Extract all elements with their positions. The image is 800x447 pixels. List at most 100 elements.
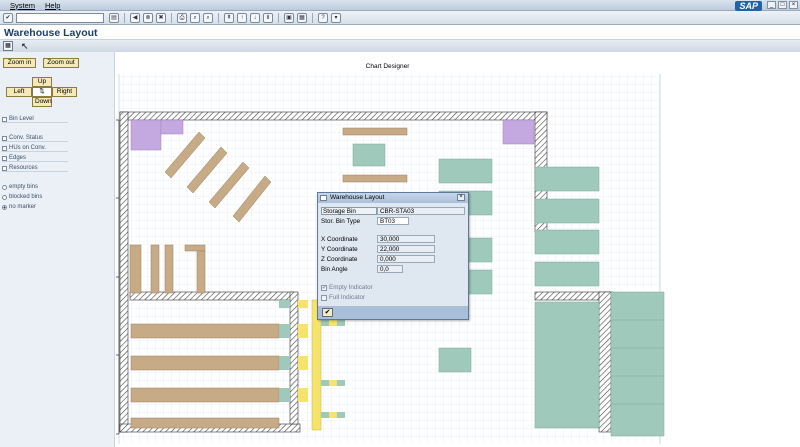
exit-icon[interactable]: ⊗ (143, 12, 153, 23)
bin-type-row: Stor. Bin Type BT03 (321, 217, 409, 225)
radio-no-marker[interactable]: no marker (2, 204, 36, 210)
dialog-title: Warehouse Layout (330, 194, 385, 201)
y-coordinate-field[interactable]: 22,000 (377, 245, 435, 253)
checkbox-edges[interactable]: Edges (2, 155, 68, 162)
close-icon[interactable]: × (457, 194, 465, 201)
y-tick-0: 0 (115, 430, 116, 439)
x-coordinate-label: X Coordinate (321, 235, 358, 243)
storage-bin-label: Storage Bin (321, 207, 377, 215)
toolbar-separator (171, 12, 172, 23)
previous-page-icon[interactable]: ↑ (237, 12, 247, 23)
empty-indicator-checkbox[interactable]: ✔ Empty Indicator (321, 284, 373, 291)
bin-details-dialog: Warehouse Layout × Storage Bin CBR-STA03… (317, 192, 469, 320)
standard-toolbar: ✔ ▤ ◀ ⊗ ✖ ⎙ ⌕ ⌕ ⇞ ↑ ↓ ⇟ ▣ ▦ ? ▾ (0, 11, 800, 25)
menu-system[interactable]: System (10, 1, 35, 10)
toolbar-separator (278, 12, 279, 23)
radio-label: no marker (9, 204, 37, 210)
bin-angle-label: Bin Angle (321, 265, 348, 273)
page-title: Warehouse Layout (4, 27, 98, 39)
pan-left-button[interactable]: Left (6, 87, 32, 97)
title-bar: Warehouse Layout (0, 26, 800, 40)
z-coordinate-label: Z Coordinate (321, 255, 358, 263)
storage-bin-field[interactable]: CBR-STA03 (377, 207, 465, 215)
z-coordinate-row: Z Coordinate 0,000 (321, 255, 435, 263)
pan-up-button[interactable]: Up (32, 77, 52, 87)
print-icon[interactable]: ⎙ (177, 12, 187, 23)
command-field[interactable] (16, 12, 104, 23)
y-tick-20: 20 (115, 273, 116, 282)
checkbox-label: HUs on Conv. (9, 145, 46, 151)
radio-icon-selected[interactable] (2, 204, 7, 210)
toolbar-separator (312, 12, 313, 23)
sap-logo: SAP (735, 0, 762, 11)
pan-center-button[interactable]: ⇅ (32, 87, 52, 97)
save-icon[interactable]: ▤ (109, 12, 119, 23)
bin-type-field[interactable]: BT03 (377, 217, 409, 225)
checkbox-icon[interactable] (2, 155, 7, 161)
full-indicator-checkbox[interactable]: Full Indicator (321, 294, 365, 301)
z-coordinate-field[interactable]: 0,000 (377, 255, 435, 263)
pan-down-button[interactable]: Down (32, 97, 52, 107)
radio-label: blocked bins (9, 194, 43, 200)
y-tick-30: 30 (115, 194, 116, 203)
checkbox-label: Resources (9, 165, 38, 171)
application-toolbar: ▦ ↖ (0, 40, 800, 52)
checkbox-checked-icon[interactable]: ✔ (321, 284, 327, 291)
checkbox-label: Bin Level (9, 116, 34, 122)
checkbox-resources[interactable]: Resources (2, 165, 68, 172)
x-coordinate-field[interactable]: 30,000 (377, 235, 435, 243)
checkbox-icon[interactable] (2, 116, 7, 122)
checkbox-bin-level[interactable]: Bin Level (2, 116, 68, 123)
checkbox-icon[interactable] (2, 165, 7, 171)
checkbox-conv-status[interactable]: Conv. Status (2, 135, 68, 142)
confirm-icon[interactable]: ✔ (322, 308, 333, 317)
radio-label: empty bins (9, 184, 39, 190)
zoom-in-button[interactable]: Zoom in (3, 58, 36, 68)
y-axis (116, 119, 120, 435)
bin-angle-row: Bin Angle 0,0 (321, 265, 403, 273)
sap-logo-text: SAP (735, 0, 762, 11)
layout-menu-icon[interactable]: ▾ (331, 12, 341, 23)
help-icon[interactable]: ? (318, 12, 328, 23)
checkbox-label: Conv. Status (9, 135, 43, 141)
y-coordinate-row: Y Coordinate 22,000 (321, 245, 435, 253)
find-icon[interactable]: ⌕ (190, 12, 200, 23)
shortcut-icon[interactable]: ▦ (297, 12, 307, 23)
checkbox-label: Edges (9, 155, 27, 161)
bin-angle-field[interactable]: 0,0 (377, 265, 403, 273)
window-icon (320, 195, 327, 201)
checkbox-icon[interactable] (321, 294, 327, 301)
navigation-panel: Zoom in Zoom out Up Left ⇅ Right Down Bi… (0, 52, 114, 447)
pointer-icon[interactable]: ↖ (21, 41, 29, 51)
layout-icon[interactable]: ▦ (3, 41, 13, 51)
menu-bar: System Help SAP _ □ × (0, 0, 800, 11)
empty-indicator-label: Empty Indicator (329, 284, 373, 291)
toolbar-separator (124, 12, 125, 23)
last-page-icon[interactable]: ⇟ (263, 12, 273, 23)
find-next-icon[interactable]: ⌕ (203, 12, 213, 23)
zoom-out-button[interactable]: Zoom out (43, 58, 79, 68)
back-icon[interactable]: ◀ (130, 12, 140, 23)
x-coordinate-row: X Coordinate 30,000 (321, 235, 435, 243)
maximize-icon[interactable]: □ (778, 1, 787, 9)
new-session-icon[interactable]: ▣ (284, 12, 294, 23)
minimize-icon[interactable]: _ (767, 1, 776, 9)
radio-empty-bins[interactable]: empty bins (2, 184, 38, 190)
radio-icon[interactable] (2, 184, 7, 190)
dialog-titlebar[interactable]: Warehouse Layout × (318, 193, 468, 203)
cancel-icon[interactable]: ✖ (156, 12, 166, 23)
first-page-icon[interactable]: ⇞ (224, 12, 234, 23)
storage-bin-row: Storage Bin CBR-STA03 (321, 207, 465, 215)
radio-blocked-bins[interactable]: blocked bins (2, 194, 42, 200)
checkbox-icon[interactable] (2, 135, 7, 141)
radio-icon[interactable] (2, 194, 7, 200)
window-controls: _ □ × (767, 1, 798, 9)
pan-right-button[interactable]: Right (52, 87, 77, 97)
menu-help[interactable]: Help (45, 1, 60, 10)
checkbox-icon[interactable] (2, 145, 7, 151)
enter-icon[interactable]: ✔ (3, 12, 13, 23)
close-icon[interactable]: × (789, 1, 798, 9)
checkbox-hus-on-conv[interactable]: HUs on Conv. (2, 145, 68, 152)
y-coordinate-label: Y Coordinate (321, 245, 358, 253)
next-page-icon[interactable]: ↓ (250, 12, 260, 23)
